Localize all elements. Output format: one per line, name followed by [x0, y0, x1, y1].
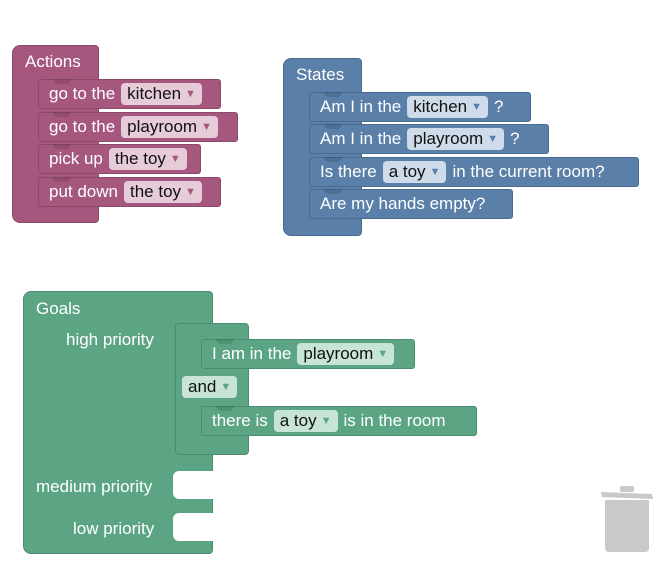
- chevron-down-icon: ▼: [429, 166, 441, 178]
- state-label: Is there: [320, 162, 377, 181]
- low-priority-label: low priority: [73, 519, 155, 538]
- goal-suffix: is in the room: [343, 411, 446, 430]
- action-label: pick up: [49, 149, 103, 168]
- action-label: put down: [49, 182, 118, 201]
- location-dropdown[interactable]: playroom ▼: [297, 343, 395, 365]
- chevron-down-icon: ▼: [220, 381, 232, 393]
- object-dropdown[interactable]: the toy ▼: [108, 148, 187, 170]
- operator-dropdown[interactable]: and ▼: [182, 376, 238, 398]
- chevron-down-icon: ▼: [471, 101, 483, 113]
- object-dropdown[interactable]: a toy ▼: [273, 410, 338, 432]
- dropdown-value: the toy: [114, 149, 166, 168]
- chevron-down-icon: ▼: [201, 121, 212, 133]
- high-priority-label: high priority: [66, 330, 154, 349]
- dropdown-value: the toy: [130, 182, 182, 201]
- dropdown-value: kitchen: [413, 97, 468, 116]
- chevron-down-icon: ▼: [377, 348, 389, 360]
- location-dropdown[interactable]: kitchen ▼: [407, 96, 489, 118]
- state-label: Am I in the: [320, 129, 402, 148]
- dropdown-value: a toy: [279, 411, 317, 430]
- object-dropdown[interactable]: the toy ▼: [124, 181, 202, 203]
- state-suffix: in the current room?: [452, 162, 605, 181]
- goals-title: Goals: [36, 299, 81, 318]
- dropdown-value: and: [188, 377, 217, 396]
- chevron-down-icon: ▼: [487, 133, 499, 145]
- state-toy-in-room-block[interactable]: Is there a toy ▼ in the current room?: [309, 157, 639, 187]
- action-go-kitchen-block[interactable]: go to the kitchen ▼: [38, 79, 221, 109]
- chevron-down-icon: ▼: [169, 153, 181, 165]
- dropdown-value: playroom: [413, 129, 484, 148]
- goal-label: I am in the: [212, 344, 292, 363]
- low-priority-slot[interactable]: [173, 513, 213, 541]
- trash-can-icon[interactable]: [600, 482, 654, 552]
- state-hands-empty-block[interactable]: Are my hands empty?: [309, 189, 513, 219]
- dropdown-value: a toy: [388, 162, 426, 181]
- chevron-down-icon: ▼: [185, 88, 196, 100]
- operator-dropdown-field[interactable]: and ▼: [182, 376, 238, 398]
- location-dropdown[interactable]: playroom ▼: [121, 116, 218, 138]
- medium-priority-label: medium priority: [36, 477, 153, 496]
- goal-toy-in-room-block[interactable]: there is a toy ▼ is in the room: [201, 406, 477, 436]
- state-label: Are my hands empty?: [320, 194, 486, 213]
- action-put-down-block[interactable]: put down the toy ▼: [38, 177, 221, 207]
- actions-title: Actions: [25, 52, 81, 71]
- dropdown-value: kitchen: [127, 84, 182, 103]
- dropdown-value: playroom: [303, 344, 374, 363]
- state-label: Am I in the: [320, 97, 402, 116]
- states-title: States: [296, 65, 345, 84]
- state-in-kitchen-block[interactable]: Am I in the kitchen ▼ ?: [309, 92, 531, 122]
- goal-label: there is: [212, 411, 268, 430]
- chevron-down-icon: ▼: [320, 415, 332, 427]
- action-pick-up-block[interactable]: pick up the toy ▼: [38, 144, 201, 174]
- action-label: go to the: [49, 84, 116, 103]
- location-dropdown[interactable]: playroom ▼: [407, 128, 505, 150]
- state-suffix: ?: [510, 129, 520, 148]
- medium-priority-slot[interactable]: [173, 471, 213, 499]
- action-label: go to the: [49, 117, 116, 136]
- chevron-down-icon: ▼: [185, 186, 196, 198]
- goal-in-playroom-block[interactable]: I am in the playroom ▼: [201, 339, 415, 369]
- dropdown-value: playroom: [127, 117, 198, 136]
- state-in-playroom-block[interactable]: Am I in the playroom ▼ ?: [309, 124, 549, 154]
- state-suffix: ?: [494, 97, 504, 116]
- object-dropdown[interactable]: a toy ▼: [382, 161, 447, 183]
- action-go-playroom-block[interactable]: go to the playroom ▼: [38, 112, 238, 142]
- location-dropdown[interactable]: kitchen ▼: [121, 83, 202, 105]
